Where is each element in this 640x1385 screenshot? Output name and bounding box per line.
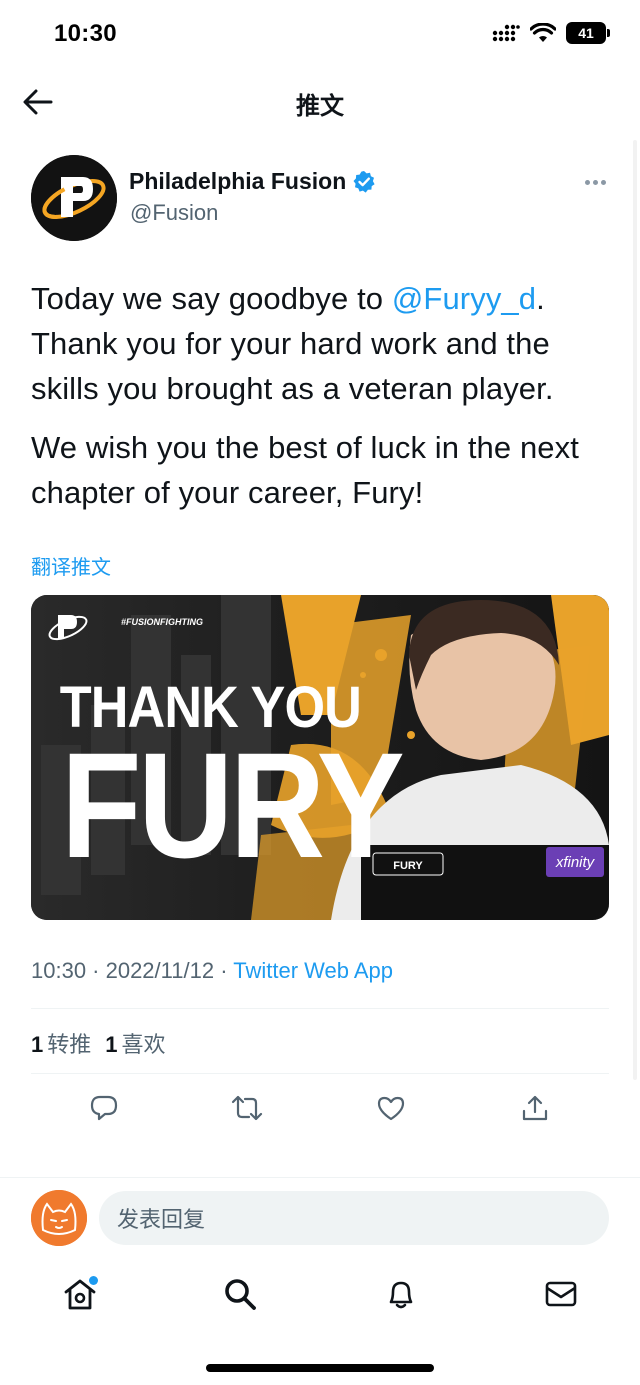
author-handle[interactable]: @Fusion (130, 200, 218, 226)
status-time: 10:30 (54, 20, 117, 47)
translate-tweet-link[interactable]: 翻译推文 (31, 551, 111, 580)
divider (31, 1008, 609, 1009)
page-title: 推文 (296, 92, 344, 120)
timestamp-text: 10:30 · 2022/11/12 · (31, 958, 234, 983)
more-dot-icon (592, 179, 598, 185)
author-avatar[interactable] (31, 155, 117, 241)
author-name[interactable]: Philadelphia Fusion (129, 168, 346, 195)
tab-search[interactable] (220, 1274, 260, 1314)
mention-link[interactable]: @Furyy_d (392, 281, 536, 316)
tweet-source-link[interactable]: Twitter Web App (233, 958, 393, 983)
like-label: 喜欢 (121, 1033, 166, 1058)
mail-icon (545, 1281, 577, 1307)
reply-input[interactable]: 发表回复 (99, 1191, 609, 1245)
tweet-media-image[interactable]: FURY xfinity #FUSIONFIGHTING THANK YOU F… (31, 595, 609, 920)
search-icon (225, 1279, 256, 1310)
sponsor-logo: xfinity (555, 854, 596, 871)
share-icon (522, 1095, 548, 1121)
more-dot-icon (600, 179, 606, 185)
like-stat[interactable]: 1 喜欢 (105, 1027, 165, 1059)
retweet-icon (231, 1095, 263, 1121)
media-headline-2: FURY (61, 721, 403, 889)
retweet-button[interactable] (229, 1090, 265, 1126)
bottom-tab-bar (0, 1260, 640, 1330)
thank-you-fury-graphic: FURY xfinity #FUSIONFIGHTING THANK YOU F… (31, 595, 609, 920)
header: 推文 (0, 70, 640, 134)
tweet-paragraph-2: We wish you the best of luck in the next… (31, 430, 579, 510)
retweet-label: 转推 (47, 1033, 92, 1058)
media-hashtag: #FUSIONFIGHTING (121, 617, 203, 627)
reply-icon (90, 1095, 118, 1121)
tab-messages[interactable] (541, 1274, 581, 1314)
wifi-icon (530, 23, 556, 42)
divider (31, 1073, 609, 1074)
retweet-stat[interactable]: 1 转推 (31, 1027, 91, 1059)
bell-icon (389, 1281, 413, 1309)
fusion-logo (31, 155, 117, 241)
verified-badge-icon (353, 170, 375, 193)
tweet-text: Today we say goodbye to @Furyy_d. Thank … (31, 276, 616, 529)
cat-avatar-icon (31, 1190, 87, 1246)
tab-notifications[interactable] (381, 1274, 421, 1314)
tweet-timestamp: 10:30 · 2022/11/12 · Twitter Web App (31, 958, 393, 984)
more-dot-icon (584, 179, 590, 185)
signal-icon (492, 24, 520, 42)
reply-bar: 发表回复 (0, 1177, 640, 1257)
tweet-actions (0, 1090, 640, 1130)
share-button[interactable] (517, 1090, 553, 1126)
scrollbar[interactable] (633, 140, 637, 1080)
notification-dot (89, 1276, 98, 1285)
user-avatar[interactable] (31, 1190, 87, 1246)
reply-button[interactable] (86, 1090, 122, 1126)
like-button[interactable] (373, 1090, 409, 1126)
tab-home[interactable] (60, 1274, 100, 1314)
more-options-button[interactable] (582, 170, 608, 194)
status-icons: 41 (492, 22, 610, 44)
status-bar: 10:30 41 (0, 0, 640, 70)
author-name-row[interactable]: Philadelphia Fusion (129, 168, 376, 195)
home-indicator (206, 1364, 434, 1372)
retweet-count: 1 (31, 1032, 44, 1057)
like-count: 1 (105, 1032, 118, 1057)
tweet-stats: 1 转推 1 喜欢 (31, 1027, 166, 1059)
tweet-paragraph-1: Today we say goodbye to @Furyy_d. Thank … (31, 276, 616, 411)
battery-indicator: 41 (566, 22, 610, 44)
tweet-text-segment: Today we say goodbye to (31, 281, 392, 316)
heart-icon (377, 1096, 405, 1121)
